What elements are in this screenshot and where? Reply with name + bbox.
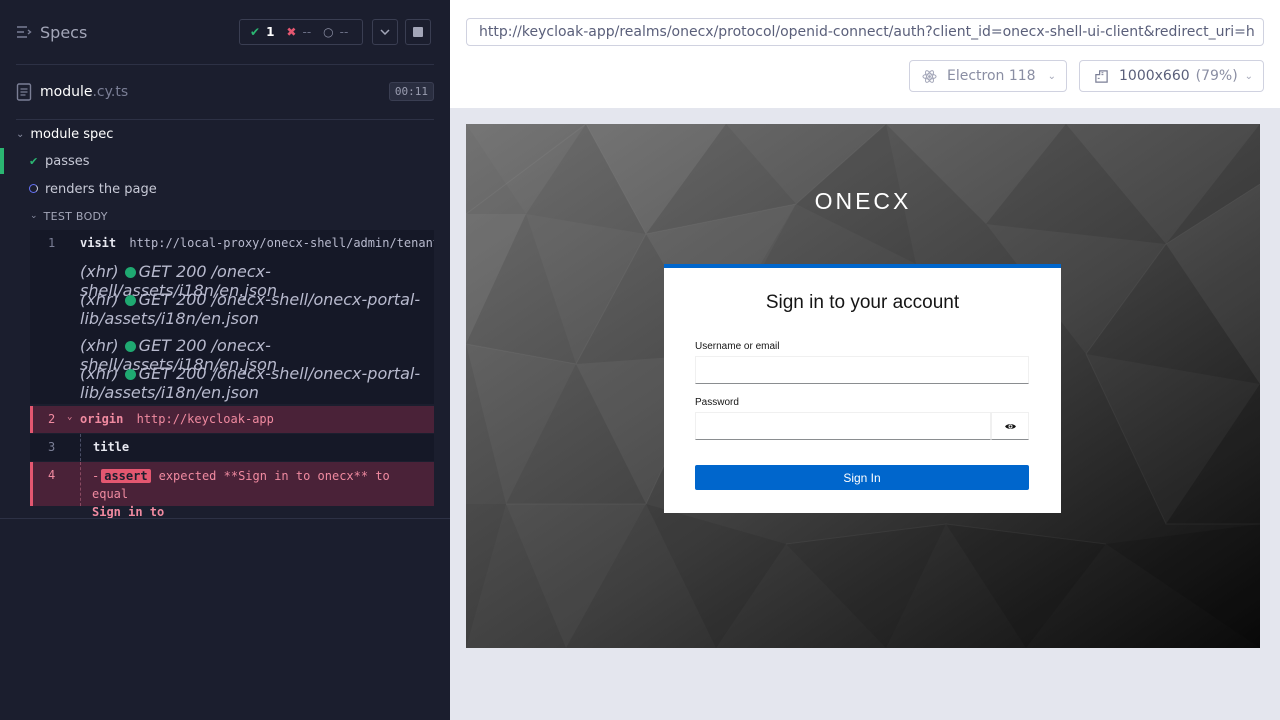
divider xyxy=(0,518,450,519)
spinner-icon: ○ xyxy=(323,25,334,39)
command-name: origin xyxy=(80,412,124,426)
divider xyxy=(16,119,434,120)
aut-header: http://keycloak-app/realms/onecx/protoco… xyxy=(450,0,1280,108)
command-message: http://local-proxy/onecx-shell/admin/ten… xyxy=(129,236,434,250)
command-title[interactable]: 3 title xyxy=(30,434,434,461)
command-name: visit xyxy=(80,236,117,250)
command-name: title xyxy=(93,440,130,454)
chevron-down-icon: ⌄ xyxy=(16,128,25,140)
chevron-down-icon xyxy=(380,29,390,35)
status-dot-icon xyxy=(124,341,136,352)
command-number: 3 xyxy=(48,440,56,454)
failed-count: ✖ -- xyxy=(286,25,311,39)
reporter-panel: Specs ✔ 1 ✖ -- ○ -- module .cy.ts 00:11 … xyxy=(0,0,450,720)
suite-title: module spec xyxy=(30,126,114,142)
status-dot-icon xyxy=(124,295,136,306)
x-icon: ✖ xyxy=(286,25,297,39)
eye-icon xyxy=(1004,423,1016,429)
show-password-button[interactable] xyxy=(991,412,1029,440)
assert-badge: assert xyxy=(101,469,151,483)
xhr-prefix: (xhr) xyxy=(80,290,119,309)
ruler-icon xyxy=(1095,69,1108,83)
test-stats: ✔ 1 ✖ -- ○ -- xyxy=(239,19,363,45)
chevron-down-icon: ⌄ xyxy=(30,211,38,221)
xhr-prefix: (xhr) xyxy=(80,336,119,355)
command-number: 1 xyxy=(48,236,56,250)
test-body-toggle[interactable]: ⌄ TEST BODY xyxy=(30,208,108,224)
browser-selector-button[interactable]: Electron 118 ⌄ xyxy=(909,60,1067,92)
test-row-renders-the-page[interactable]: renders the page xyxy=(0,176,434,202)
password-label: Password xyxy=(695,397,739,408)
nesting-line xyxy=(80,434,81,461)
xhr-text: GET 200 /onecx-shell/onecx-portal- xyxy=(138,364,421,383)
failed-number: -- xyxy=(302,25,312,39)
viewport-scale: (79%) xyxy=(1195,68,1238,84)
xhr-log-list: (xhr) GET 200 /onecx-shell/assets/i18n/en… xyxy=(30,258,434,404)
viewport-size: 1000x660 xyxy=(1119,68,1190,84)
sign-in-button[interactable]: Sign In xyxy=(695,465,1029,490)
stop-icon xyxy=(413,27,423,37)
password-input[interactable] xyxy=(695,412,991,440)
command-origin[interactable]: 2 ⌄ origin http://keycloak-app xyxy=(30,406,434,433)
test-row-passes[interactable]: ✔ passes xyxy=(0,148,434,174)
url-bar[interactable]: http://keycloak-app/realms/onecx/protoco… xyxy=(466,18,1264,46)
command-assert-failed[interactable]: 4 - assert expected **Sign in to onecx** t… xyxy=(30,462,434,519)
spec-file-row[interactable]: module .cy.ts 00:11 xyxy=(16,80,434,104)
url-text: http://keycloak-app/realms/onecx/protoco… xyxy=(479,24,1255,40)
xhr-prefix: (xhr) xyxy=(80,364,119,383)
brand-title: ONECX xyxy=(814,188,912,214)
pending-count: ○ -- xyxy=(323,25,348,39)
file-icon xyxy=(16,83,32,101)
xhr-log-item[interactable]: (xhr) GET 200 /onecx-shell/onecx-portal-l… xyxy=(80,290,432,328)
xhr-text-cont: lib/assets/i18n/en.json xyxy=(80,309,259,328)
viewport-info-button[interactable]: 1000x660 (79%) ⌄ xyxy=(1079,60,1264,92)
check-icon: ✔ xyxy=(250,25,261,39)
specs-list-icon xyxy=(17,26,32,38)
reporter-header: Specs ✔ 1 ✖ -- ○ -- xyxy=(0,0,450,64)
check-icon: ✔ xyxy=(29,154,39,168)
status-dot-icon xyxy=(124,369,136,380)
test-title: renders the page xyxy=(45,181,157,197)
assert-dash: - xyxy=(92,469,100,483)
test-body-label: TEST BODY xyxy=(43,209,108,223)
passed-number: 1 xyxy=(266,25,275,39)
passed-count: ✔ 1 xyxy=(250,25,274,39)
test-title: passes xyxy=(45,153,90,169)
assert-message-cont: Sign in to xyxy=(92,505,165,519)
command-number: 4 xyxy=(48,468,56,482)
username-input[interactable] xyxy=(695,356,1029,384)
xhr-log-item[interactable]: (xhr) GET 200 /onecx-shell/onecx-portal-l… xyxy=(80,364,432,402)
username-label: Username or email xyxy=(695,341,780,352)
running-spinner-icon xyxy=(29,183,38,196)
chevron-down-icon: ⌄ xyxy=(1244,70,1253,82)
collapse-all-button[interactable] xyxy=(372,19,398,45)
chevron-down-icon: ⌄ xyxy=(67,412,73,422)
login-card: Sign in to your account Username or emai… xyxy=(664,264,1061,513)
specs-toggle-button[interactable]: Specs xyxy=(16,20,96,44)
xhr-text: GET 200 /onecx-shell/onecx-portal- xyxy=(138,290,421,309)
xhr-text-cont: lib/assets/i18n/en.json xyxy=(80,383,259,402)
pass-indicator-bar xyxy=(0,148,4,174)
command-number: 2 xyxy=(48,412,56,426)
spec-file-name: module xyxy=(40,84,93,100)
stop-button[interactable] xyxy=(405,19,431,45)
electron-icon xyxy=(922,69,937,83)
suite-row[interactable]: ⌄ module spec xyxy=(16,124,113,144)
specs-label: Specs xyxy=(40,22,88,42)
login-heading: Sign in to your account xyxy=(765,292,960,313)
pending-number: -- xyxy=(339,25,349,39)
spec-file-ext: .cy.ts xyxy=(92,84,129,100)
spec-duration: 00:11 xyxy=(388,82,434,101)
command-visit[interactable]: 1 visit http://local-proxy/onecx-shell/a… xyxy=(30,230,434,258)
divider xyxy=(16,64,434,65)
nesting-line xyxy=(80,462,81,506)
command-message: http://keycloak-app xyxy=(136,412,274,426)
status-dot-icon xyxy=(124,267,136,278)
chevron-down-icon: ⌄ xyxy=(1047,70,1056,82)
browser-label: Electron 118 xyxy=(947,68,1036,84)
xhr-prefix: (xhr) xyxy=(80,262,119,281)
app-under-test-frame: ONECX Sign in to your account Username o… xyxy=(466,124,1260,648)
